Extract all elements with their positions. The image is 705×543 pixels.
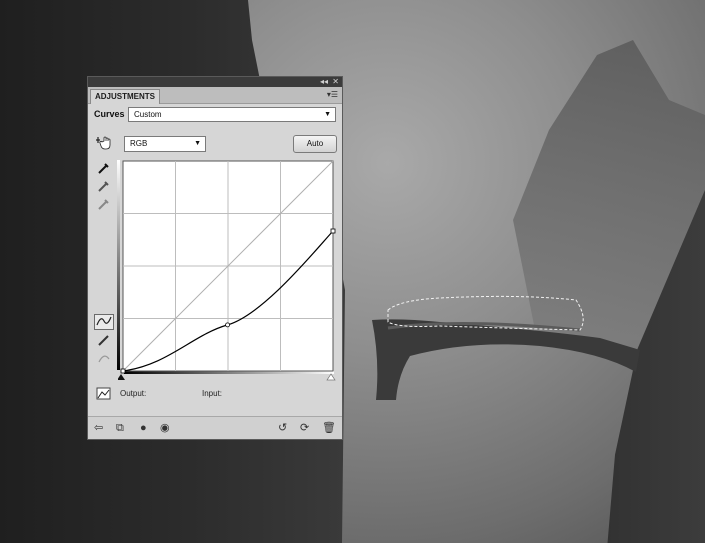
curve-control-point xyxy=(330,228,336,234)
panel-menu-icon[interactable]: ▾☰ xyxy=(327,90,338,99)
output-label: Output: xyxy=(120,389,147,398)
chevron-down-icon: ▼ xyxy=(324,111,331,118)
collapse-panel-button[interactable]: ◂◂ xyxy=(320,77,328,87)
white-point-slider xyxy=(326,373,336,381)
layer-visibility-icon[interactable]: ● xyxy=(140,421,147,435)
panel-bottom-bar: ⇦ ⧉ ● ◉ ↺ ⟳ 🗑 xyxy=(88,416,342,439)
white-eyedropper-icon[interactable] xyxy=(94,197,114,213)
preset-value: Custom xyxy=(134,110,162,119)
view-previous-icon[interactable]: ◉ xyxy=(160,421,170,435)
return-icon[interactable]: ⇦ xyxy=(94,421,103,435)
curve-control-point xyxy=(225,322,230,328)
tab-adjustments[interactable]: ADJUSTMENTS xyxy=(90,89,161,104)
smooth-icon[interactable] xyxy=(94,351,114,367)
preset-dropdown[interactable]: Custom ▼ xyxy=(128,107,336,122)
delete-icon[interactable]: 🗑 xyxy=(322,421,336,435)
gray-eyedropper-icon[interactable] xyxy=(94,179,114,195)
clipping-warning-icon[interactable] xyxy=(94,387,114,403)
channel-value: RGB xyxy=(130,139,148,148)
input-sliders[interactable] xyxy=(118,373,338,383)
pencil-icon[interactable] xyxy=(94,333,114,349)
curves-graph[interactable] xyxy=(120,160,336,374)
black-point-slider xyxy=(118,374,125,380)
adjustments-panel: ◂◂ ✕ ADJUSTMENTS ▾☰ Curves Custom ▼ RGB … xyxy=(87,76,343,440)
chevron-down-icon: ▼ xyxy=(194,140,201,147)
adjustment-name: Curves xyxy=(94,109,125,119)
panel-tab-row: ADJUSTMENTS ▾☰ xyxy=(88,87,342,104)
panel-titlebar[interactable]: ◂◂ ✕ xyxy=(88,77,342,87)
channel-dropdown[interactable]: RGB ▼ xyxy=(124,136,206,152)
curves-preset-row: Curves Custom ▼ xyxy=(94,107,338,125)
reset-icon[interactable]: ↺ xyxy=(278,421,287,435)
clip-to-layer-icon[interactable]: ⧉ xyxy=(116,421,124,435)
hand-target-icon[interactable] xyxy=(94,135,114,151)
refresh-icon[interactable]: ⟳ xyxy=(300,421,309,435)
input-label: Input: xyxy=(202,389,223,398)
auto-button[interactable]: Auto xyxy=(293,135,337,153)
curve-point-icon[interactable] xyxy=(94,314,114,330)
close-panel-button[interactable]: ✕ xyxy=(332,77,339,87)
black-eyedropper-icon[interactable] xyxy=(94,161,114,177)
